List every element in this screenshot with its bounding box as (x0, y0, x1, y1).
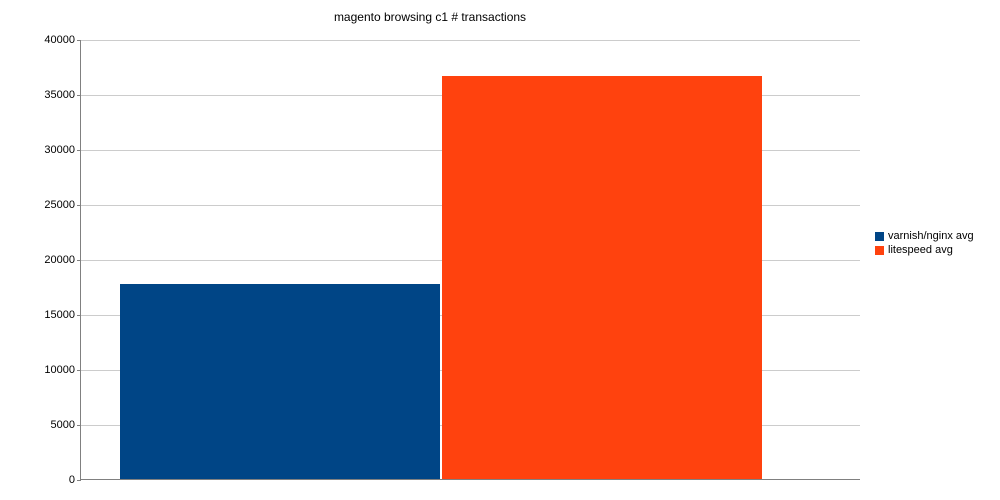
bar-varnish-nginx-avg (120, 284, 440, 479)
legend-item: litespeed avg (875, 244, 974, 256)
legend-swatch (875, 232, 884, 241)
chart-title: magento browsing c1 # transactions (0, 10, 860, 24)
legend-label: varnish/nginx avg (888, 230, 974, 242)
y-tick-label: 35000 (44, 89, 81, 101)
legend-swatch (875, 246, 884, 255)
legend-label: litespeed avg (888, 244, 953, 256)
legend: varnish/nginx avg litespeed avg (875, 230, 974, 258)
y-tick-label: 10000 (44, 364, 81, 376)
y-tick-label: 0 (69, 474, 81, 486)
bar-litespeed-avg (442, 76, 762, 479)
y-tick-label: 25000 (44, 199, 81, 211)
y-tick-label: 15000 (44, 309, 81, 321)
chart-container: magento browsing c1 # transactions 05000… (0, 0, 1000, 500)
plot-area: 0500010000150002000025000300003500040000 (80, 40, 860, 480)
y-tick-label: 30000 (44, 144, 81, 156)
legend-item: varnish/nginx avg (875, 230, 974, 242)
gridline (81, 40, 860, 41)
y-tick-label: 40000 (44, 34, 81, 46)
y-tick-label: 20000 (44, 254, 81, 266)
y-tick-label: 5000 (51, 419, 81, 431)
